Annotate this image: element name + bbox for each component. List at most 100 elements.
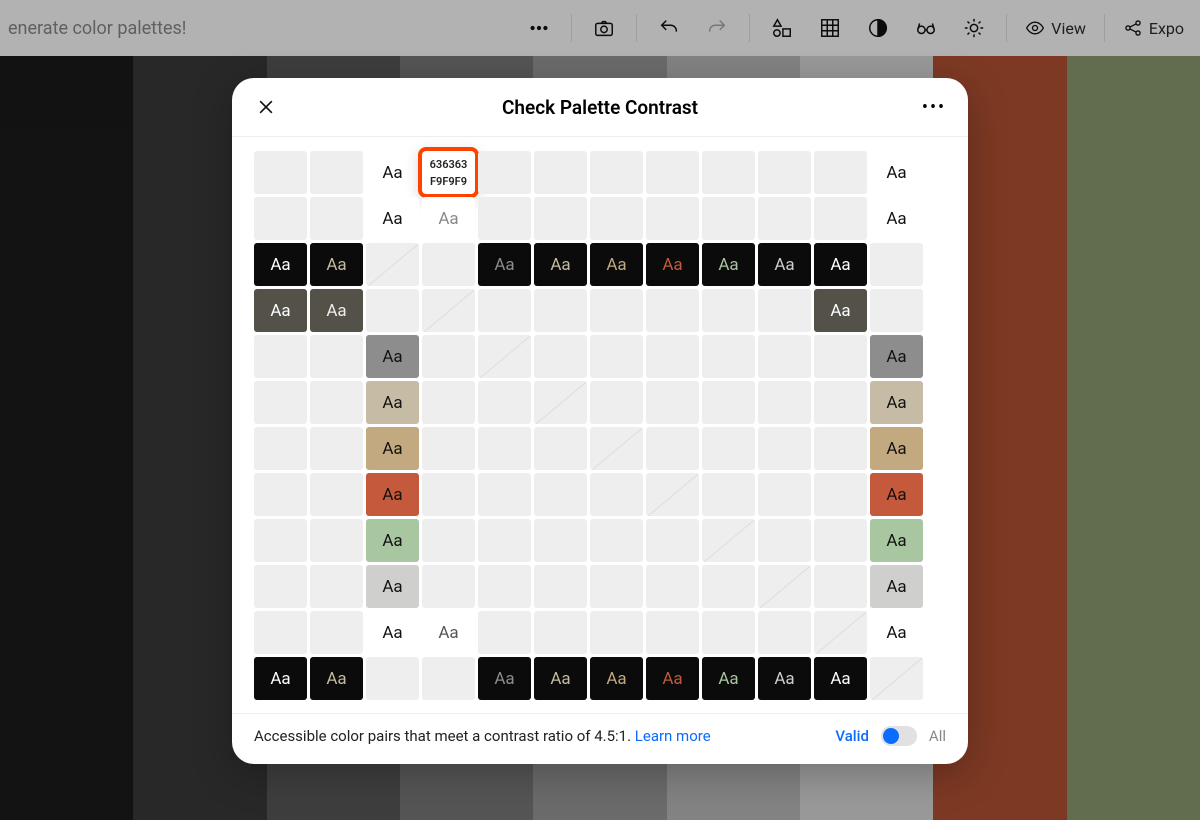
contrast-cell [758, 151, 811, 194]
contrast-cell [254, 473, 307, 516]
contrast-cell[interactable]: Aa [310, 243, 363, 286]
all-label[interactable]: All [929, 727, 946, 745]
contrast-cell[interactable]: Aa [366, 473, 419, 516]
contrast-cell[interactable]: Aa [254, 289, 307, 332]
contrast-cell [814, 427, 867, 470]
contrast-cell[interactable]: Aa [534, 243, 587, 286]
contrast-cell [534, 611, 587, 654]
contrast-cell[interactable]: Aa [478, 657, 531, 700]
contrast-cell[interactable]: Aa [870, 473, 923, 516]
close-icon[interactable] [252, 93, 280, 121]
contrast-cell [702, 519, 755, 562]
contrast-cell[interactable]: Aa [366, 427, 419, 470]
contrast-cell[interactable]: Aa [870, 611, 923, 654]
contrast-cell[interactable]: Aa [310, 289, 363, 332]
contrast-cell [478, 565, 531, 608]
contrast-cell [814, 381, 867, 424]
contrast-cell [478, 473, 531, 516]
contrast-cell[interactable]: Aa [422, 197, 475, 240]
valid-label[interactable]: Valid [835, 727, 869, 745]
contrast-cell [646, 335, 699, 378]
contrast-cell [590, 565, 643, 608]
contrast-cell[interactable]: Aa [310, 657, 363, 700]
contrast-cell[interactable]: Aa [478, 243, 531, 286]
contrast-cell [814, 519, 867, 562]
contrast-cell[interactable]: Aa [534, 657, 587, 700]
contrast-cell[interactable]: Aa [758, 657, 811, 700]
contrast-cell[interactable]: Aa [254, 657, 307, 700]
contrast-cell [310, 335, 363, 378]
contrast-cell [814, 611, 867, 654]
contrast-cell [310, 197, 363, 240]
contrast-cell [590, 197, 643, 240]
contrast-cell [422, 381, 475, 424]
contrast-cell[interactable]: Aa [366, 519, 419, 562]
contrast-cell [702, 381, 755, 424]
contrast-cell [814, 197, 867, 240]
contrast-cell[interactable]: Aa [366, 151, 419, 194]
contrast-cell[interactable]: Aa [366, 611, 419, 654]
contrast-cell [646, 565, 699, 608]
contrast-cell [758, 611, 811, 654]
contrast-cell [702, 151, 755, 194]
contrast-cell [758, 335, 811, 378]
valid-all-toggle[interactable] [881, 726, 917, 746]
learn-more-link[interactable]: Learn more [635, 727, 711, 745]
contrast-cell [254, 335, 307, 378]
contrast-cell[interactable]: Aa [758, 243, 811, 286]
contrast-cell [478, 611, 531, 654]
contrast-cell [870, 243, 923, 286]
contrast-cell [254, 197, 307, 240]
contrast-cell[interactable]: Aa [590, 657, 643, 700]
contrast-cell[interactable]: Aa [870, 151, 923, 194]
contrast-cell[interactable]: Aa [870, 335, 923, 378]
contrast-cell [478, 197, 531, 240]
contrast-cell [758, 197, 811, 240]
contrast-cell[interactable]: Aa [590, 243, 643, 286]
contrast-cell[interactable]: Aa [646, 243, 699, 286]
contrast-cell [590, 381, 643, 424]
contrast-cell[interactable]: Aa [814, 243, 867, 286]
contrast-cell [254, 151, 307, 194]
contrast-cell [702, 289, 755, 332]
contrast-cell [254, 611, 307, 654]
contrast-cell [646, 151, 699, 194]
contrast-cell[interactable]: Aa [366, 335, 419, 378]
contrast-cell[interactable]: Aa [702, 243, 755, 286]
contrast-cell[interactable]: Aa [870, 381, 923, 424]
contrast-cell [478, 519, 531, 562]
contrast-cell [310, 519, 363, 562]
contrast-cell [478, 427, 531, 470]
contrast-cell[interactable]: Aa [814, 657, 867, 700]
contrast-cell [534, 289, 587, 332]
contrast-cell [590, 151, 643, 194]
contrast-cell [422, 473, 475, 516]
contrast-cell[interactable]: Aa [870, 427, 923, 470]
contrast-cell[interactable]: Aa [814, 289, 867, 332]
contrast-cell[interactable]: Aa [366, 197, 419, 240]
contrast-cell[interactable]: Aa [254, 243, 307, 286]
contrast-cell[interactable]: Aa [870, 565, 923, 608]
contrast-cell[interactable]: Aa [870, 197, 923, 240]
modal-more-icon[interactable]: ••• [920, 93, 948, 121]
filter-toggle-group: Valid All [835, 726, 946, 746]
contrast-cell[interactable]: Aa [702, 657, 755, 700]
contrast-cell [758, 427, 811, 470]
contrast-cell-tooltip[interactable]: 636363F9F9F9 [422, 151, 475, 194]
contrast-cell[interactable]: Aa [422, 611, 475, 654]
contrast-cell [310, 611, 363, 654]
contrast-cell [478, 289, 531, 332]
contrast-cell [590, 611, 643, 654]
contrast-cell [590, 289, 643, 332]
contrast-cell[interactable]: Aa [366, 565, 419, 608]
contrast-cell [646, 381, 699, 424]
footer-text: Accessible color pairs that meet a contr… [254, 727, 711, 745]
contrast-cell [534, 427, 587, 470]
contrast-cell[interactable]: Aa [646, 657, 699, 700]
contrast-cell [646, 427, 699, 470]
contrast-cell[interactable]: Aa [366, 381, 419, 424]
contrast-cell[interactable]: Aa [870, 519, 923, 562]
contrast-cell [646, 473, 699, 516]
contrast-cell [534, 381, 587, 424]
modal-header: Check Palette Contrast ••• [232, 78, 968, 137]
